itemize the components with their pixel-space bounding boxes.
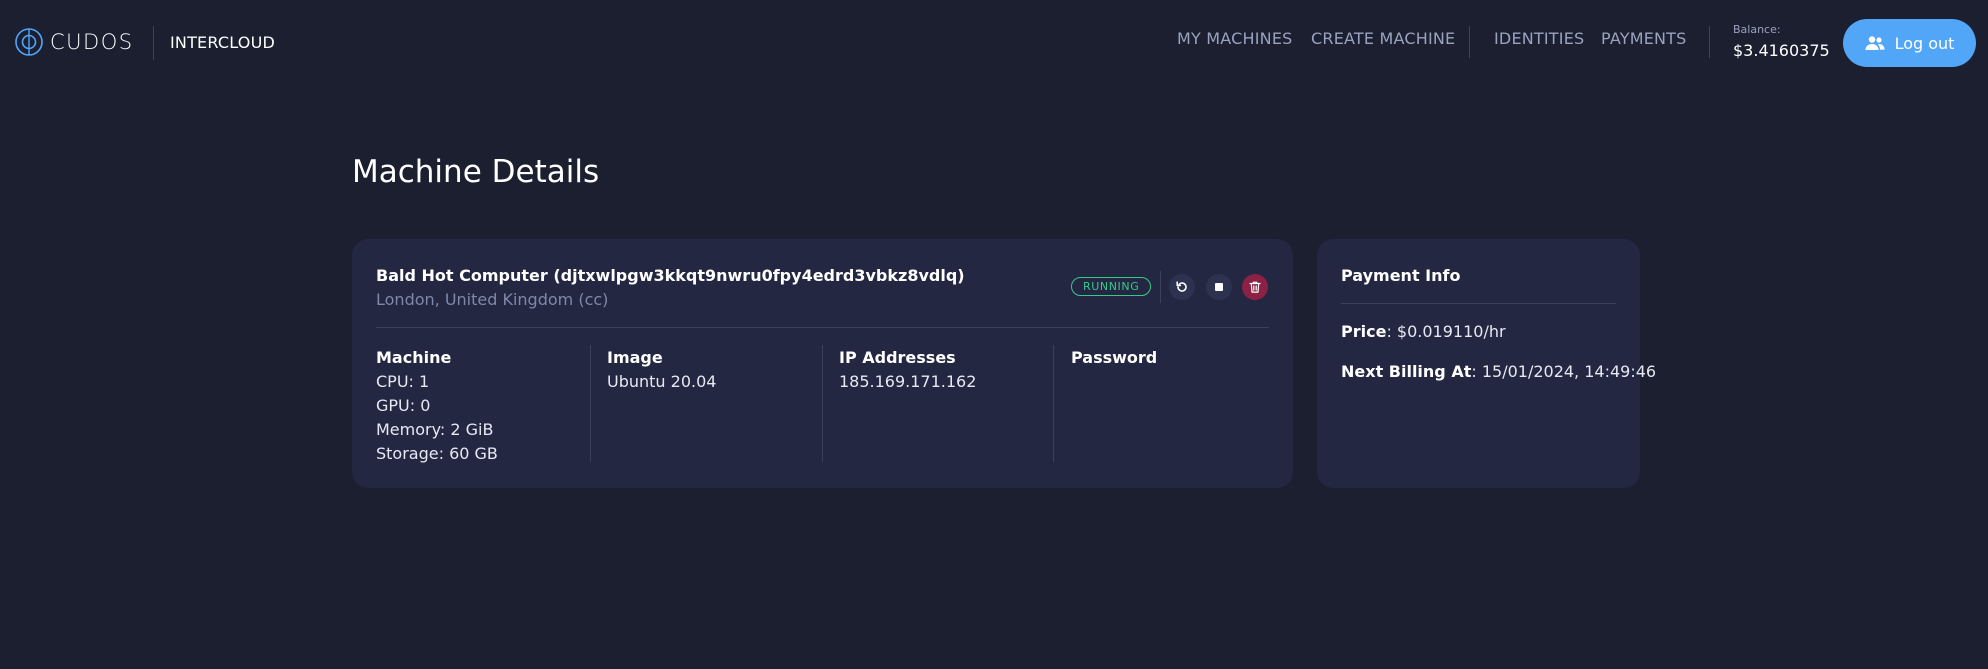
ip-heading: IP Addresses bbox=[839, 348, 956, 367]
next-billing-label: Next Billing At bbox=[1341, 362, 1472, 381]
next-billing-value: : 15/01/2024, 14:49:46 bbox=[1471, 362, 1657, 381]
password-column: Password bbox=[1071, 346, 1157, 370]
logout-button[interactable]: Log out bbox=[1843, 19, 1976, 67]
nav-identities[interactable]: IDENTITIES bbox=[1494, 29, 1584, 48]
nav-payments[interactable]: PAYMENTS bbox=[1601, 29, 1687, 48]
password-heading: Password bbox=[1071, 348, 1158, 367]
stop-icon bbox=[1215, 283, 1223, 291]
column-divider bbox=[590, 345, 591, 462]
product-name: INTERCLOUD bbox=[170, 33, 276, 52]
column-divider bbox=[822, 345, 823, 462]
machine-location: London, United Kingdom (cc) bbox=[376, 290, 609, 309]
storage-value: Storage: 60 GB bbox=[376, 444, 498, 463]
nav-divider bbox=[1709, 26, 1710, 58]
image-column: Image Ubuntu 20.04 bbox=[607, 346, 716, 394]
nav-divider bbox=[1469, 26, 1470, 58]
payment-info-card: Payment Info Price: $0.019110/hr Next Bi… bbox=[1317, 239, 1656, 488]
users-icon bbox=[1865, 36, 1885, 50]
trash-icon bbox=[1249, 281, 1261, 293]
image-heading: Image bbox=[607, 348, 663, 367]
price-row: Price: $0.019110/hr bbox=[1341, 322, 1506, 341]
delete-button[interactable] bbox=[1242, 274, 1268, 300]
top-header: CUDOS INTERCLOUD MY MACHINES CREATE MACH… bbox=[0, 0, 1988, 86]
machine-card: Bald Hot Computer (djtxwlpgw3kkqt9nwru0f… bbox=[352, 239, 1293, 488]
cpu-value: CPU: 1 bbox=[376, 372, 430, 391]
brand-logo[interactable]: CUDOS bbox=[14, 27, 134, 57]
cudos-logo-icon bbox=[15, 28, 43, 56]
machine-specs-heading: Machine bbox=[376, 348, 452, 367]
balance-value: $3.4160375 bbox=[1733, 41, 1830, 60]
restart-button[interactable] bbox=[1169, 274, 1195, 300]
gpu-value: GPU: 0 bbox=[376, 396, 431, 415]
ip-value[interactable]: 185.169.171.162 bbox=[839, 370, 976, 394]
machine-name: Bald Hot Computer (djtxwlpgw3kkqt9nwru0f… bbox=[376, 266, 965, 285]
next-billing-row: Next Billing At: 15/01/2024, 14:49:46 bbox=[1341, 362, 1656, 381]
restart-icon bbox=[1176, 281, 1187, 292]
balance-label: Balance: bbox=[1733, 23, 1781, 36]
price-label: Price bbox=[1341, 322, 1387, 341]
actions-divider bbox=[1160, 271, 1161, 303]
stop-button[interactable] bbox=[1206, 274, 1232, 300]
price-value: : $0.019110/hr bbox=[1386, 322, 1506, 341]
brand-name: CUDOS bbox=[50, 30, 134, 54]
nav-create-machine[interactable]: CREATE MACHINE bbox=[1311, 29, 1455, 48]
page-title: Machine Details bbox=[352, 154, 600, 190]
status-badge: RUNNING bbox=[1071, 277, 1152, 296]
column-divider bbox=[1053, 345, 1054, 462]
logout-label: Log out bbox=[1894, 33, 1955, 53]
machine-specs-column: Machine CPU: 1 GPU: 0 Memory: 2 GiB Stor… bbox=[376, 346, 498, 466]
card-divider bbox=[376, 327, 1269, 328]
header-divider bbox=[153, 26, 154, 60]
payment-info-title: Payment Info bbox=[1341, 266, 1461, 285]
nav-my-machines[interactable]: MY MACHINES bbox=[1177, 29, 1293, 48]
image-value: Ubuntu 20.04 bbox=[607, 372, 717, 391]
ip-column: IP Addresses 185.169.171.162 bbox=[839, 346, 976, 394]
payment-divider bbox=[1341, 303, 1616, 304]
memory-value: Memory: 2 GiB bbox=[376, 420, 494, 439]
